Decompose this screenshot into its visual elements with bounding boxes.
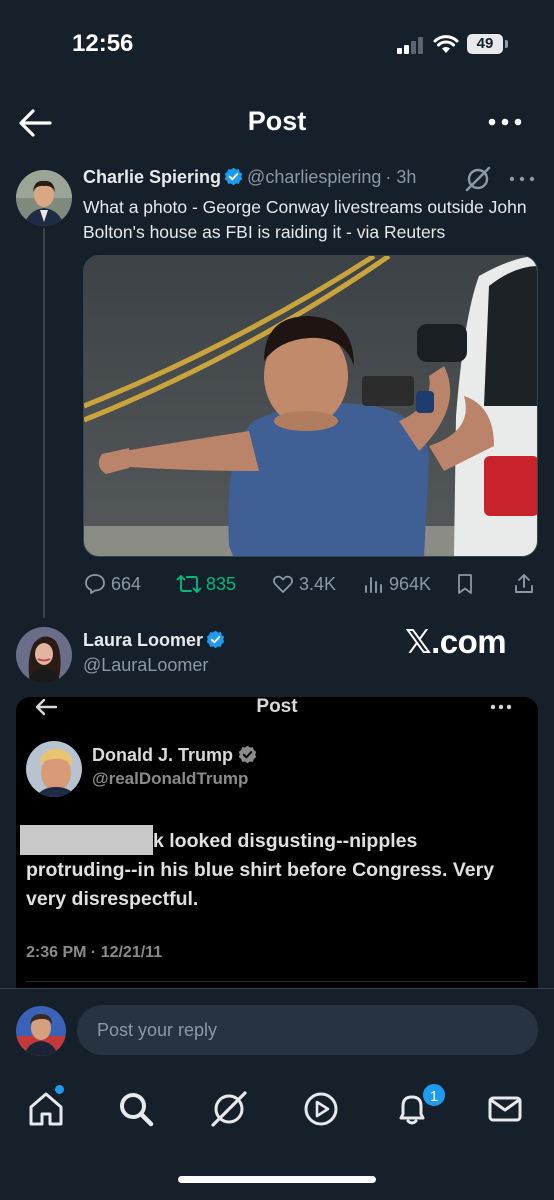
repost-count: 835 — [206, 573, 237, 594]
screenshot-title: Post — [256, 697, 298, 717]
author-name[interactable]: Charlie Spiering — [83, 167, 221, 187]
status-time: 12:56 — [72, 30, 134, 57]
bottom-nav: 1 — [0, 1066, 554, 1200]
tweet-photo[interactable] — [83, 255, 538, 557]
author-avatar[interactable] — [16, 170, 72, 226]
screenshot-verified-icon — [238, 745, 257, 764]
tweet-author-row: Charlie Spiering @charliespiering · 3h — [83, 167, 416, 191]
screenshot-more-icon — [490, 704, 512, 710]
tweet-actions: 664 835 3.4K 964K — [83, 570, 538, 598]
verified-badge-icon — [206, 630, 225, 649]
share-icon[interactable] — [512, 572, 536, 596]
tweet-text: What a photo - George Conway livestreams… — [83, 197, 527, 242]
quote-author-avatar[interactable] — [16, 627, 72, 683]
cellular-signal-icon — [397, 36, 425, 54]
verified-badge-icon — [224, 167, 243, 186]
reply-icon — [85, 574, 105, 594]
heart-icon — [272, 575, 294, 593]
repost-icon — [176, 575, 202, 593]
redaction-box — [20, 825, 153, 855]
xcom-watermark: 𝕏.com — [405, 623, 507, 660]
screenshot-post-text: k looked disgusting--nipples protruding-… — [20, 825, 526, 914]
home-indicator — [178, 1176, 376, 1183]
views-action[interactable]: 964K — [363, 570, 431, 598]
screenshot-author-name-text: Donald J. Trump — [92, 745, 234, 765]
screenshot-text-line1: k looked disgusting--nipples — [153, 830, 418, 852]
my-avatar[interactable] — [16, 1006, 66, 1056]
more-options-icon[interactable] — [486, 112, 524, 132]
bookmark-icon[interactable] — [454, 572, 476, 596]
reply-action[interactable]: 664 — [83, 570, 141, 598]
screenshot-author-handle: @realDonaldTrump — [92, 769, 249, 788]
video-icon[interactable] — [302, 1090, 340, 1128]
like-action[interactable]: 3.4K — [271, 570, 336, 598]
author-handle[interactable]: @charliespiering — [247, 167, 381, 187]
thread-line — [43, 228, 45, 618]
repost-action[interactable]: 835 — [176, 570, 236, 598]
reply-input[interactable]: Post your reply — [77, 1005, 538, 1055]
tweet-more-icon[interactable] — [508, 170, 536, 188]
screenshot-date: 2:36 PM · 12/21/11 — [26, 944, 163, 961]
view-count: 964K — [389, 573, 432, 594]
quote-author-name[interactable]: Laura Loomer — [83, 630, 203, 650]
search-icon[interactable] — [117, 1090, 155, 1128]
reply-count: 664 — [111, 573, 142, 594]
reply-bar: Post your reply — [0, 988, 554, 1066]
views-icon — [365, 577, 382, 593]
top-header: Post — [0, 96, 554, 152]
like-count: 3.4K — [299, 573, 337, 594]
notification-badge: 1 — [421, 1082, 447, 1108]
battery-indicator: 49 — [467, 34, 508, 54]
quote-author-row: Laura Loomer — [83, 630, 225, 651]
grok-icon[interactable] — [465, 166, 491, 192]
screenshot-divider — [26, 981, 526, 982]
screenshot-author-name: Donald J. Trump — [92, 745, 257, 766]
page-title: Post — [247, 106, 307, 136]
quoted-screenshot[interactable]: Post Donald J. Trump @realDonaldTrump k … — [16, 697, 538, 997]
messages-icon[interactable] — [486, 1090, 524, 1128]
status-bar: 12:56 49 — [0, 0, 554, 90]
screenshot-avatar — [26, 741, 82, 797]
tweet-time: · 3h — [385, 167, 417, 187]
home-unread-dot — [55, 1085, 64, 1094]
home-icon[interactable] — [27, 1090, 65, 1128]
quote-author-handle[interactable]: @LauraLoomer — [83, 655, 208, 676]
wifi-icon — [433, 35, 459, 53]
screenshot-text-rest: protruding--in his blue shirt before Con… — [26, 859, 495, 910]
grok-nav-icon[interactable] — [210, 1090, 248, 1128]
